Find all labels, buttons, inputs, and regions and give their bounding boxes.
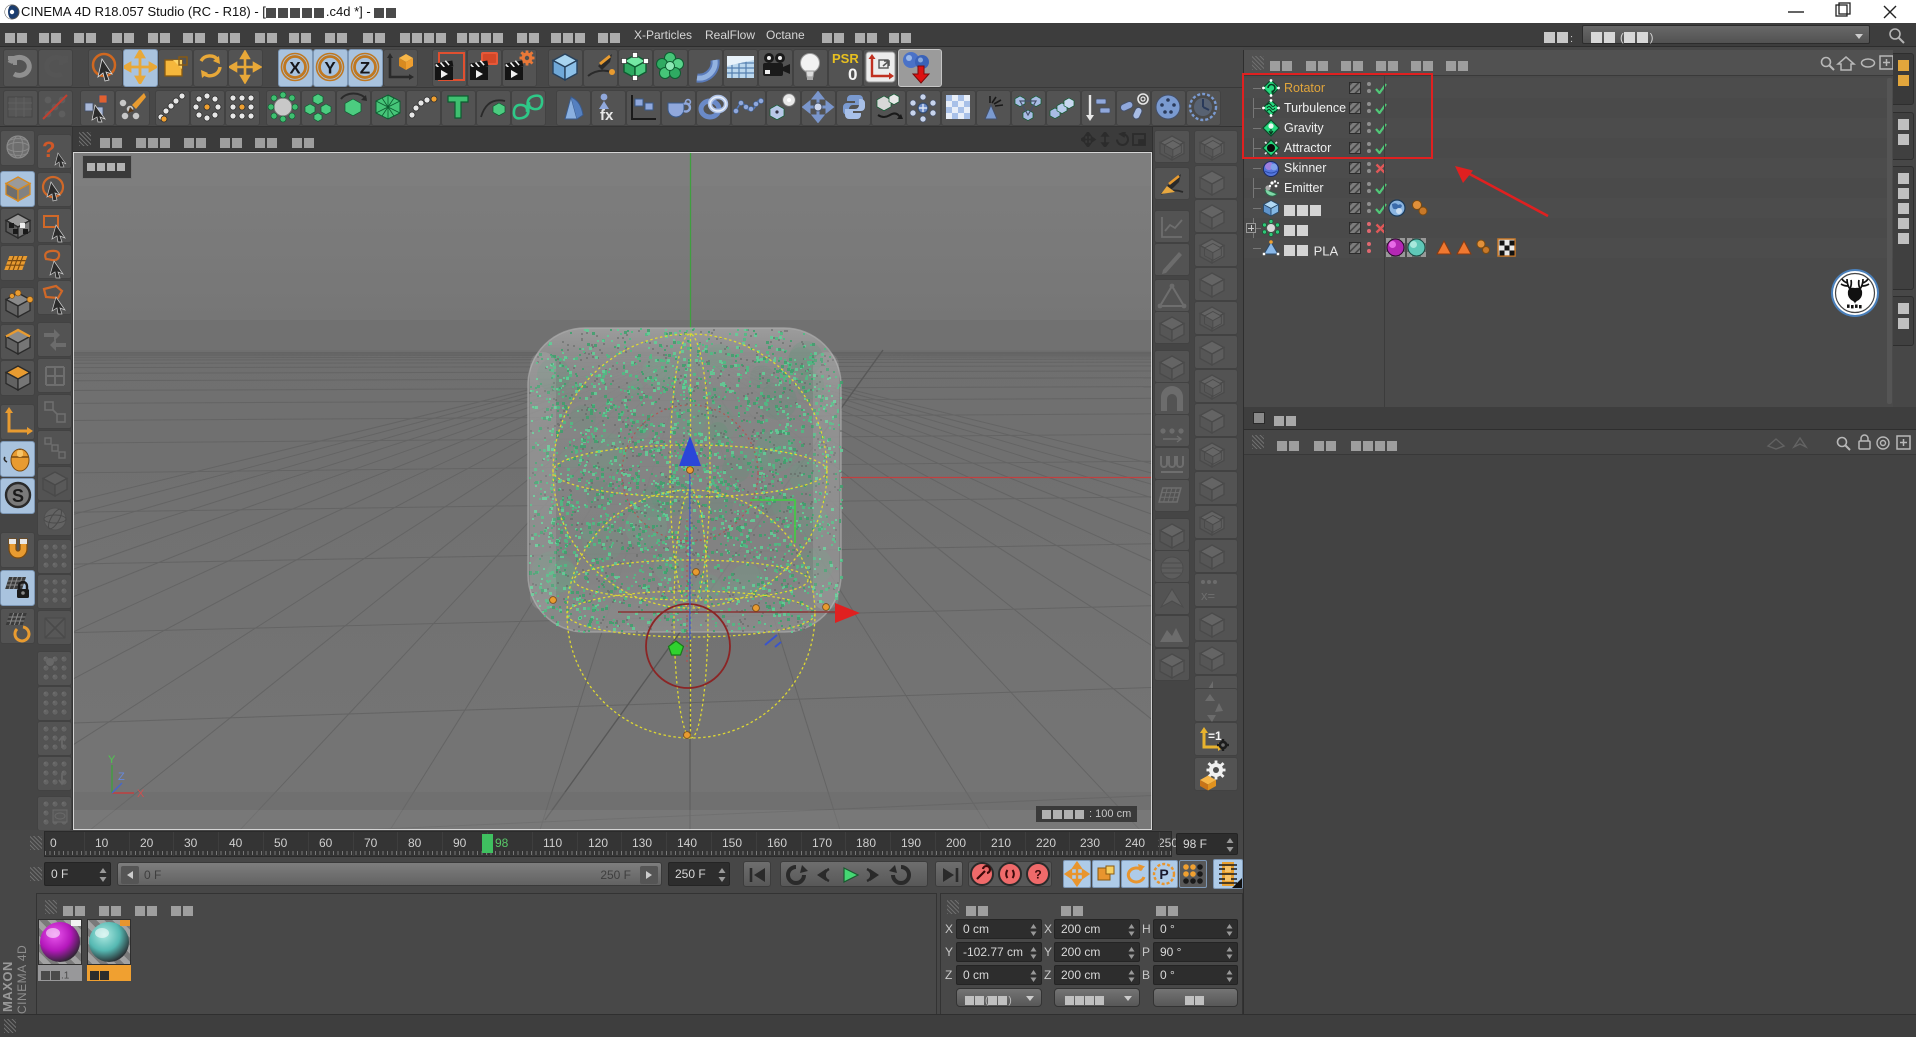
svg-text:Z: Z [118,771,125,783]
svg-text:0: 0 [848,65,857,84]
svg-text:=1: =1 [1208,729,1222,743]
svg-text:S: S [12,486,24,506]
svg-text:P: P [1159,866,1168,882]
svg-text:Y: Y [108,754,116,766]
svg-text:Y: Y [324,59,336,78]
svg-text:X: X [137,788,145,800]
svg-text:?: ? [1034,868,1041,882]
svg-text:X: X [289,59,301,78]
svg-text:?: ? [42,137,55,162]
svg-text:fx: fx [600,107,614,123]
svg-text:Z: Z [360,59,370,78]
svg-text:PSR: PSR [832,51,859,66]
svg-text:x=: x= [1201,588,1215,603]
